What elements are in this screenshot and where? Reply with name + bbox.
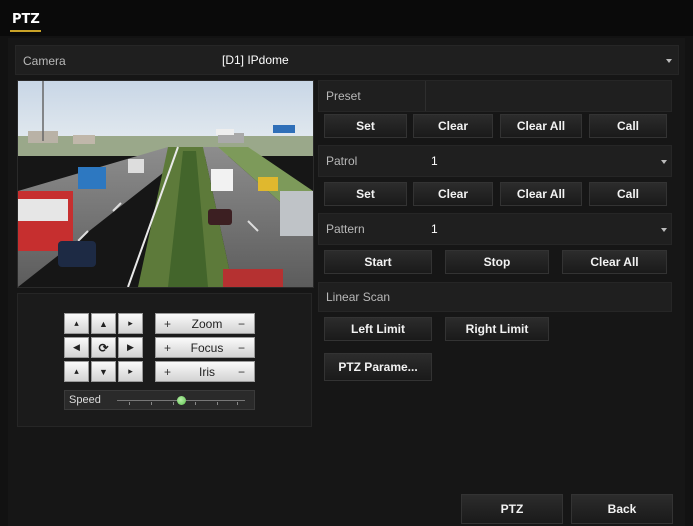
ptz-parameters-button[interactable]: PTZ Parame... [324, 353, 432, 381]
patrol-row: Patrol 1 [318, 145, 672, 177]
preset-input[interactable] [426, 81, 671, 111]
speed-tick [129, 402, 130, 405]
back-button[interactable]: Back [571, 494, 673, 524]
patrol-clear-button[interactable]: Clear [413, 182, 493, 206]
pattern-clear-all-button[interactable]: Clear All [562, 250, 667, 274]
camera-label: Camera [23, 54, 66, 68]
patrol-value: 1 [431, 154, 438, 168]
preset-clear-button[interactable]: Clear [413, 114, 493, 138]
page-title: PTZ [12, 12, 40, 27]
speed-tick [151, 402, 152, 405]
speed-control: Speed [64, 390, 255, 410]
preset-set-button[interactable]: Set [324, 114, 407, 138]
preset-label: Preset [326, 89, 361, 103]
preset-call-button[interactable]: Call [589, 114, 667, 138]
camera-row: Camera [D1] IPdome [15, 45, 679, 75]
zoom-in-icon[interactable]: + [164, 317, 171, 331]
chevron-down-icon [666, 59, 672, 63]
left-limit-button[interactable]: Left Limit [324, 317, 432, 341]
iris-control[interactable]: + Iris − [155, 361, 255, 382]
patrol-select[interactable]: 1 [425, 146, 671, 176]
focus-in-icon[interactable]: + [164, 341, 171, 355]
speed-tick [195, 402, 196, 405]
speed-slider[interactable] [117, 396, 245, 405]
title-bar: PTZ [0, 0, 693, 36]
chevron-down-icon [661, 160, 667, 164]
speed-tick [173, 402, 174, 405]
preview-image [18, 81, 313, 287]
preset-row: Preset [318, 80, 672, 112]
pattern-value: 1 [431, 222, 438, 236]
pattern-label: Pattern [326, 222, 365, 236]
speed-tick [217, 402, 218, 405]
speed-tick [237, 402, 238, 405]
pan-up-left-icon[interactable]: ▴ [64, 313, 89, 334]
ptz-window: PTZ Camera [D1] IPdome Preset Set Clear … [0, 0, 693, 526]
pattern-stop-button[interactable]: Stop [445, 250, 549, 274]
zoom-label: Zoom [191, 317, 223, 331]
patrol-set-button[interactable]: Set [324, 182, 407, 206]
iris-close-icon[interactable]: − [238, 365, 245, 379]
focus-label: Focus [190, 341, 224, 355]
speed-slider-knob[interactable] [176, 396, 186, 405]
patrol-clear-all-button[interactable]: Clear All [500, 182, 582, 206]
ptz-button[interactable]: PTZ [461, 494, 563, 524]
pan-down-right-icon[interactable]: ▸ [118, 361, 143, 382]
pan-up-right-icon[interactable]: ▸ [118, 313, 143, 334]
pattern-select[interactable]: 1 [425, 214, 671, 244]
camera-preview [17, 80, 314, 288]
linear-scan-label: Linear Scan [326, 290, 391, 304]
focus-control[interactable]: + Focus − [155, 337, 255, 358]
patrol-label: Patrol [326, 154, 358, 168]
iris-open-icon[interactable]: + [164, 365, 171, 379]
zoom-out-icon[interactable]: − [238, 317, 245, 331]
iris-label: Iris [199, 365, 215, 379]
pattern-row: Pattern 1 [318, 213, 672, 245]
zoom-control[interactable]: + Zoom − [155, 313, 255, 334]
pan-down-icon[interactable]: ▼ [91, 361, 116, 382]
focus-out-icon[interactable]: − [238, 341, 245, 355]
ptz-control-panel: ▴ ▲ ▸ + Zoom − ◀ ⟳ ▶ + Focus − ▴ ▼ ▸ + I… [17, 293, 312, 427]
pan-down-left-icon[interactable]: ▴ [64, 361, 89, 382]
speed-label: Speed [69, 394, 101, 406]
chevron-down-icon [661, 228, 667, 232]
pan-left-icon[interactable]: ◀ [64, 337, 89, 358]
right-limit-button[interactable]: Right Limit [445, 317, 549, 341]
preset-clear-all-button[interactable]: Clear All [500, 114, 582, 138]
patrol-call-button[interactable]: Call [589, 182, 667, 206]
camera-value: [D1] IPdome [222, 53, 289, 67]
pan-up-icon[interactable]: ▲ [91, 313, 116, 334]
pattern-start-button[interactable]: Start [324, 250, 432, 274]
pan-right-icon[interactable]: ▶ [118, 337, 143, 358]
linear-scan-row: Linear Scan [318, 282, 672, 312]
auto-rotate-icon[interactable]: ⟳ [91, 337, 116, 358]
title-underline [10, 30, 41, 32]
camera-select[interactable]: [D1] IPdome [214, 46, 679, 74]
